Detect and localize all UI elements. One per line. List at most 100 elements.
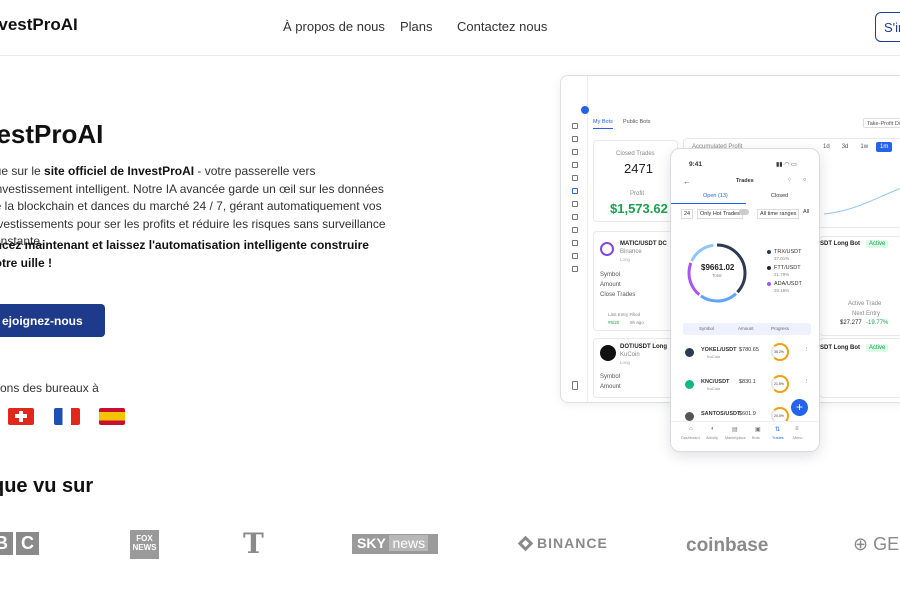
col-symbol[interactable]: Symbol (699, 326, 714, 331)
phone-time: 9:41 (689, 161, 703, 168)
marketplace-icon: ▤ (732, 427, 738, 433)
closed-trades-value: 2471 (624, 161, 653, 176)
hero-cta-text: encez maintenant et laissez l'automatisa… (0, 238, 369, 270)
nav-activity[interactable]: Activity (706, 436, 718, 440)
bot1-side: Long (620, 257, 631, 262)
range-selector: 1d 3d 1w 1m 3m 1y (819, 142, 900, 152)
bot-card-2[interactable]: DOT/USDT Long KuCoin Long Symbol Amount (593, 338, 678, 398)
binance-logo: BINANCE (537, 535, 608, 551)
bot4-status-badge: Active (866, 344, 889, 352)
home-icon: ⌂ (689, 426, 693, 432)
range-1w[interactable]: 1w (856, 142, 872, 152)
phone-bottom-nav: Dashboard Activity Marketplace Bots Trad… (671, 421, 819, 451)
row3-symbol: SANTOS/USDT (701, 411, 741, 417)
col-amount[interactable]: Amount (738, 326, 754, 331)
legend-ftt-pct: 21.79% (774, 272, 790, 277)
portfolio-total: $9661.02 (701, 263, 735, 272)
hero-description-bold: site officiel de InvestProAI (44, 164, 195, 178)
nav-contact[interactable]: Contactez nous (457, 19, 547, 34)
bot3-price: $27.277 (840, 320, 862, 326)
row1-progress: 35.2% (774, 350, 784, 354)
bot3-change: -19.77% (866, 320, 889, 326)
row1-amount: $780.65 (739, 347, 759, 353)
bot3-name: SDT Long Bot (820, 241, 860, 247)
phone-tab-open[interactable]: Open (13) (703, 193, 728, 199)
range-3m[interactable]: 3m (896, 142, 900, 152)
trades-table-header: Symbol Amount Progress (683, 323, 811, 335)
hero-title: vestProAI (0, 119, 104, 149)
nav-bots[interactable]: Bots (752, 436, 760, 440)
tab-my-bots[interactable]: My Bots (593, 119, 613, 129)
row1-more-icon[interactable]: ⋮ (804, 347, 810, 353)
bot1-amount-label: Amount (600, 282, 621, 288)
range-3d[interactable]: 3d (838, 142, 853, 152)
bell-icon[interactable]: ♢ (787, 177, 792, 183)
nav-menu[interactable]: Menu (793, 436, 803, 440)
nav-dashboard[interactable]: Dashboard (681, 436, 700, 440)
join-button[interactable]: ejoignez-nous (0, 304, 105, 337)
nyt-logo: T (243, 527, 264, 560)
profit-label: Profit (630, 191, 645, 197)
bot1-symbol-label: Symbol (600, 272, 621, 278)
take-profit-select[interactable]: Take-Profit Dist (863, 118, 900, 128)
bot1-last-entry-time: 9h ago (630, 320, 644, 325)
offices-text: vons des bureaux à (0, 381, 99, 395)
swiss-flag-icon (8, 408, 34, 425)
hot-trades-toggle[interactable] (739, 209, 749, 215)
brand-logo[interactable]: nvestProAI (0, 15, 78, 35)
sky-news-logo: SKY news (352, 534, 438, 554)
bot1-last-entry-label: Last Entry Filled (608, 312, 641, 317)
bot1-close-trades-label: Close Trades (600, 292, 636, 298)
row2-exchange: KuCoin (707, 386, 721, 391)
range-1d[interactable]: 1d (819, 142, 834, 152)
nav-marketplace[interactable]: Marketplace (725, 436, 746, 440)
binance-icon (517, 535, 534, 552)
row3-amount: $601.9 (739, 411, 756, 417)
add-trade-button[interactable]: + (791, 399, 808, 416)
profit-value: $1,573.62 (610, 201, 668, 216)
nav-plans[interactable]: Plans (400, 19, 433, 34)
trade-row[interactable]: KNC/USDT KuCoin $830.1 21.5% ⋮ (683, 375, 811, 399)
bot2-symbol-label: Symbol (600, 374, 621, 380)
legend-ada-pct: 20.16% (774, 288, 790, 293)
bot2-side: Long (620, 360, 631, 365)
bot4-name: SDT Long Bot (820, 345, 860, 351)
legend-trx-pct: 37.01% (774, 256, 790, 261)
range-1m[interactable]: 1m (876, 142, 893, 152)
row2-more-icon[interactable]: ⋮ (804, 379, 810, 385)
phone-tab-closed[interactable]: Closed (771, 193, 788, 199)
fox-news-logo: FOX NEWS (130, 530, 159, 559)
activity-icon: ◐ (711, 426, 715, 432)
matic-icon (600, 242, 614, 256)
seen-on-title: que vu sur (0, 475, 94, 497)
bot1-exchange: Binance (620, 249, 642, 255)
filter-time-range[interactable]: All time ranges (757, 209, 800, 219)
user-icon[interactable]: ○ (803, 177, 806, 183)
profit-chart (824, 187, 900, 215)
signin-button[interactable]: S'in (875, 12, 900, 42)
portfolio-total-label: Total (712, 273, 722, 278)
status-bar-icons: ▮▮ ◠ ▭ (776, 162, 797, 168)
bot-card-1[interactable]: MATIC/USDT DC Binance Long Symbol Amount… (593, 231, 678, 331)
bot-card-3[interactable]: SDT Long Bot Active Active Trade Next En… (819, 236, 900, 336)
legend-trx-name: TRX/USDT (774, 249, 802, 255)
nav-trades[interactable]: Trades (772, 436, 784, 440)
legend-ada-name: ADA/USDT (774, 281, 802, 287)
col-progress[interactable]: Progress (771, 326, 789, 331)
france-flag-icon (54, 408, 80, 425)
stats-card: Closed Trades 2471 Profit $1,573.62 (593, 140, 678, 222)
filter-hot-trades[interactable]: Only Hot Trades (697, 209, 743, 219)
filter-24[interactable]: 24 (681, 209, 694, 219)
trades-icon: ⇅ (775, 427, 781, 433)
bot1-name: MATIC/USDT DC (620, 241, 667, 247)
row1-symbol: YOKEL/USDT (701, 347, 737, 353)
back-arrow-icon[interactable]: ← (683, 177, 691, 186)
row3-progress: 20.0% (774, 414, 784, 418)
bot1-progress: #5/20 (608, 320, 620, 325)
phone-tab-indicator (671, 203, 746, 204)
tab-public-bots[interactable]: Public Bots (623, 119, 651, 125)
filter-all[interactable]: All (803, 209, 809, 215)
bot-card-4[interactable]: SDT Long Bot Active (819, 338, 900, 398)
trade-row[interactable]: YOKEL/USDT KuCoin $780.65 35.2% ⋮ (683, 343, 811, 367)
nav-about[interactable]: À propos de nous (283, 19, 385, 34)
